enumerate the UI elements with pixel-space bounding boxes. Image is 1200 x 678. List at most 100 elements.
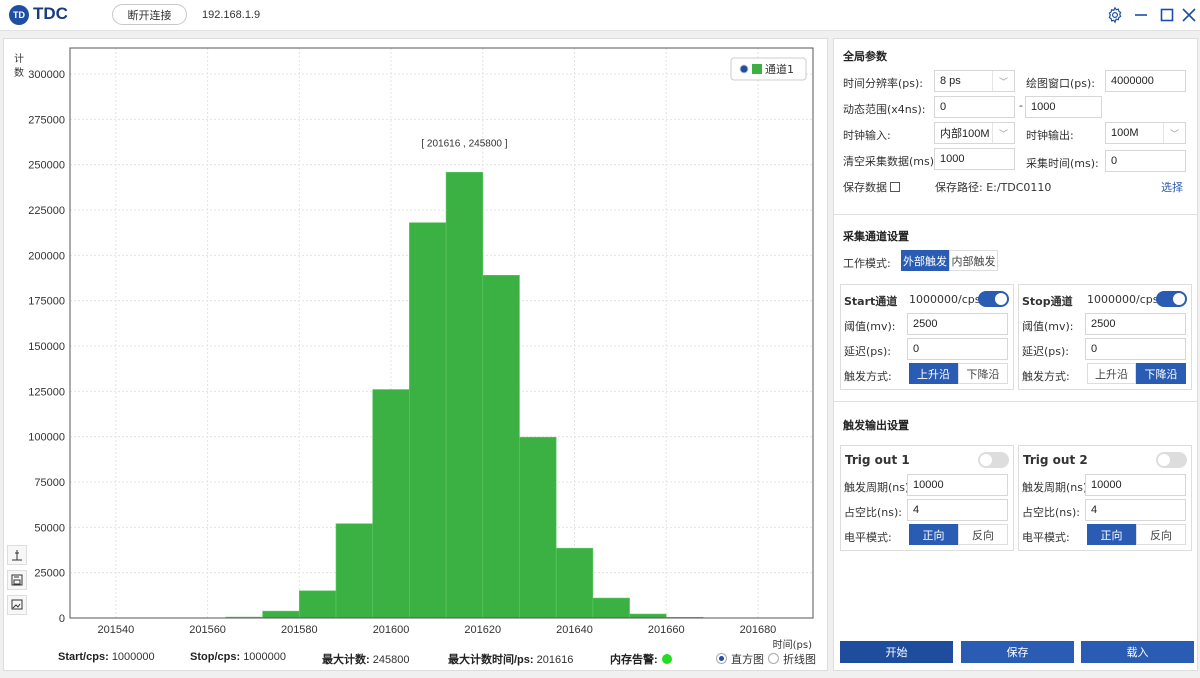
histogram-bar[interactable]	[372, 389, 410, 619]
x-tick-label: 201560	[189, 624, 226, 636]
acq-time-input[interactable]: 0	[1105, 150, 1186, 172]
legend-label: 通道1	[765, 62, 794, 76]
trig-out-2-duty-input[interactable]: 4	[1085, 499, 1186, 521]
y-tick-label: 200000	[28, 250, 65, 262]
histogram-bar[interactable]	[629, 613, 667, 619]
stop-threshold-input[interactable]: 2500	[1085, 313, 1186, 335]
gear-icon[interactable]	[1104, 4, 1126, 26]
global-params-title: 全局参数	[843, 50, 887, 63]
histogram-bar[interactable]	[482, 274, 520, 619]
app-logo-icon: TD	[9, 5, 29, 25]
histogram-chart[interactable]: 0 25000 50000 75000 100000 125000 150000 175000…	[0, 38, 830, 678]
start-delay-input[interactable]: 0	[907, 338, 1008, 360]
trig-out-2-negative[interactable]: 反向	[1136, 524, 1186, 545]
histogram-bar[interactable]	[335, 523, 374, 619]
save-path: 保存路径: E:/TDC0110	[935, 181, 1052, 194]
save-button[interactable]: 保存	[961, 641, 1074, 663]
range-dash: -	[1019, 99, 1023, 112]
trig-out-2-toggle[interactable]	[1156, 452, 1187, 468]
histogram-bar[interactable]	[262, 610, 300, 619]
save-icon[interactable]	[7, 570, 27, 590]
plot-window-input[interactable]: 4000000	[1105, 70, 1186, 92]
start-threshold-input[interactable]: 2500	[907, 313, 1008, 335]
plot-window-label: 绘图窗口(ps):	[1026, 77, 1096, 90]
trig-out-1-toggle[interactable]	[978, 452, 1009, 468]
chevron-down-icon: ﹀	[992, 123, 1014, 143]
save-data-checkbox[interactable]	[890, 182, 900, 192]
x-tick-label: 201540	[98, 624, 135, 636]
work-mode-label: 工作模式:	[843, 257, 891, 270]
trig-out-1-period-label: 触发周期(ns):	[844, 481, 913, 494]
y-tick-label: 100000	[28, 432, 65, 444]
trig-out-title: 触发输出设置	[843, 419, 909, 432]
x-tick-label: 201620	[464, 624, 501, 636]
range-min-input[interactable]: 0	[934, 96, 1015, 118]
app-title: TDC	[33, 4, 68, 23]
clock-out-label: 时钟输出:	[1026, 129, 1074, 142]
export-image-icon[interactable]	[7, 595, 27, 615]
minimize-icon[interactable]	[1130, 4, 1152, 26]
stop-delay-input[interactable]: 0	[1085, 338, 1186, 360]
start-rising-edge[interactable]: 上升沿	[909, 363, 958, 384]
trig-out-2-level-label: 电平模式:	[1022, 531, 1070, 544]
trig-out-2-period-input[interactable]: 10000	[1085, 474, 1186, 496]
start-channel-toggle[interactable]	[978, 291, 1009, 307]
histogram-bar[interactable]	[409, 222, 447, 619]
y-tick-label: 225000	[28, 205, 65, 217]
histogram-bar[interactable]	[592, 597, 630, 619]
mode-external-trigger[interactable]: 外部触发	[901, 250, 949, 271]
resolution-select[interactable]: 8 ps ﹀	[934, 70, 1015, 92]
legend-radio[interactable]	[739, 64, 749, 74]
trig-out-2-positive[interactable]: 正向	[1087, 524, 1136, 545]
clear-data-input[interactable]: 1000	[934, 148, 1015, 170]
clock-in-select[interactable]: 内部100M ﹀	[934, 122, 1015, 144]
start-delay-label: 延迟(ps):	[844, 345, 892, 358]
range-max-input[interactable]: 1000	[1025, 96, 1102, 118]
trig-out-2-duty-label: 占空比(ns):	[1022, 506, 1080, 519]
choose-path-link[interactable]: 选择	[1161, 179, 1183, 195]
x-tick-label: 201680	[740, 624, 777, 636]
y-tick-label: 125000	[28, 386, 65, 398]
trig-out-2-period-label: 触发周期(ns):	[1022, 481, 1091, 494]
histogram-bar[interactable]	[555, 547, 594, 619]
x-tick-label: 201600	[373, 624, 410, 636]
load-button[interactable]: 载入	[1081, 641, 1194, 663]
close-icon[interactable]	[1178, 4, 1200, 26]
divider	[834, 401, 1198, 402]
legend[interactable]: 通道1	[730, 57, 807, 81]
dynamic-range-label: 动态范围(x4ns):	[843, 103, 926, 116]
maximize-icon[interactable]	[1156, 4, 1178, 26]
y-tick-label: 300000	[28, 69, 65, 81]
axis-marker-icon[interactable]	[7, 545, 27, 565]
x-tick-label: 201640	[556, 624, 593, 636]
line-chart-radio-label: 折线图	[783, 653, 816, 666]
start-falling-edge[interactable]: 下降沿	[958, 363, 1008, 384]
save-data-label: 保存数据	[843, 179, 900, 195]
line-chart-radio[interactable]	[768, 653, 779, 664]
trig-out-1-period-input[interactable]: 10000	[907, 474, 1008, 496]
y-tick-label: 150000	[28, 341, 65, 353]
disconnect-button[interactable]: 断开连接	[112, 4, 187, 25]
stop-falling-edge[interactable]: 下降沿	[1136, 363, 1186, 384]
clock-in-label: 时钟输入:	[843, 129, 891, 142]
mode-internal-trigger[interactable]: 内部触发	[949, 250, 998, 271]
stop-rising-edge[interactable]: 上升沿	[1087, 363, 1136, 384]
stop-threshold-label: 阈值(mv):	[1022, 320, 1074, 333]
clock-out-select[interactable]: 100M ﹀	[1105, 122, 1186, 144]
histogram-bar[interactable]	[519, 436, 557, 619]
histogram-bar[interactable]	[445, 171, 484, 619]
resolution-label: 时间分辨率(ps):	[843, 77, 924, 90]
chevron-down-icon: ﹀	[1163, 123, 1185, 143]
ip-address: 192.168.1.9	[202, 9, 261, 21]
y-tick-label: 0	[59, 613, 65, 625]
channel-settings-title: 采集通道设置	[843, 230, 909, 243]
trig-out-1-duty-input[interactable]: 4	[907, 499, 1008, 521]
trig-out-1-positive[interactable]: 正向	[909, 524, 958, 545]
histogram-bar[interactable]	[299, 590, 337, 619]
stop-channel-toggle[interactable]	[1156, 291, 1187, 307]
legend-swatch	[752, 64, 762, 74]
start-button[interactable]: 开始	[840, 641, 953, 663]
histogram-radio[interactable]	[716, 653, 727, 664]
trig-out-1-negative[interactable]: 反向	[958, 524, 1008, 545]
peak-annotation: [ 201616 , 245800 ]	[421, 138, 507, 149]
